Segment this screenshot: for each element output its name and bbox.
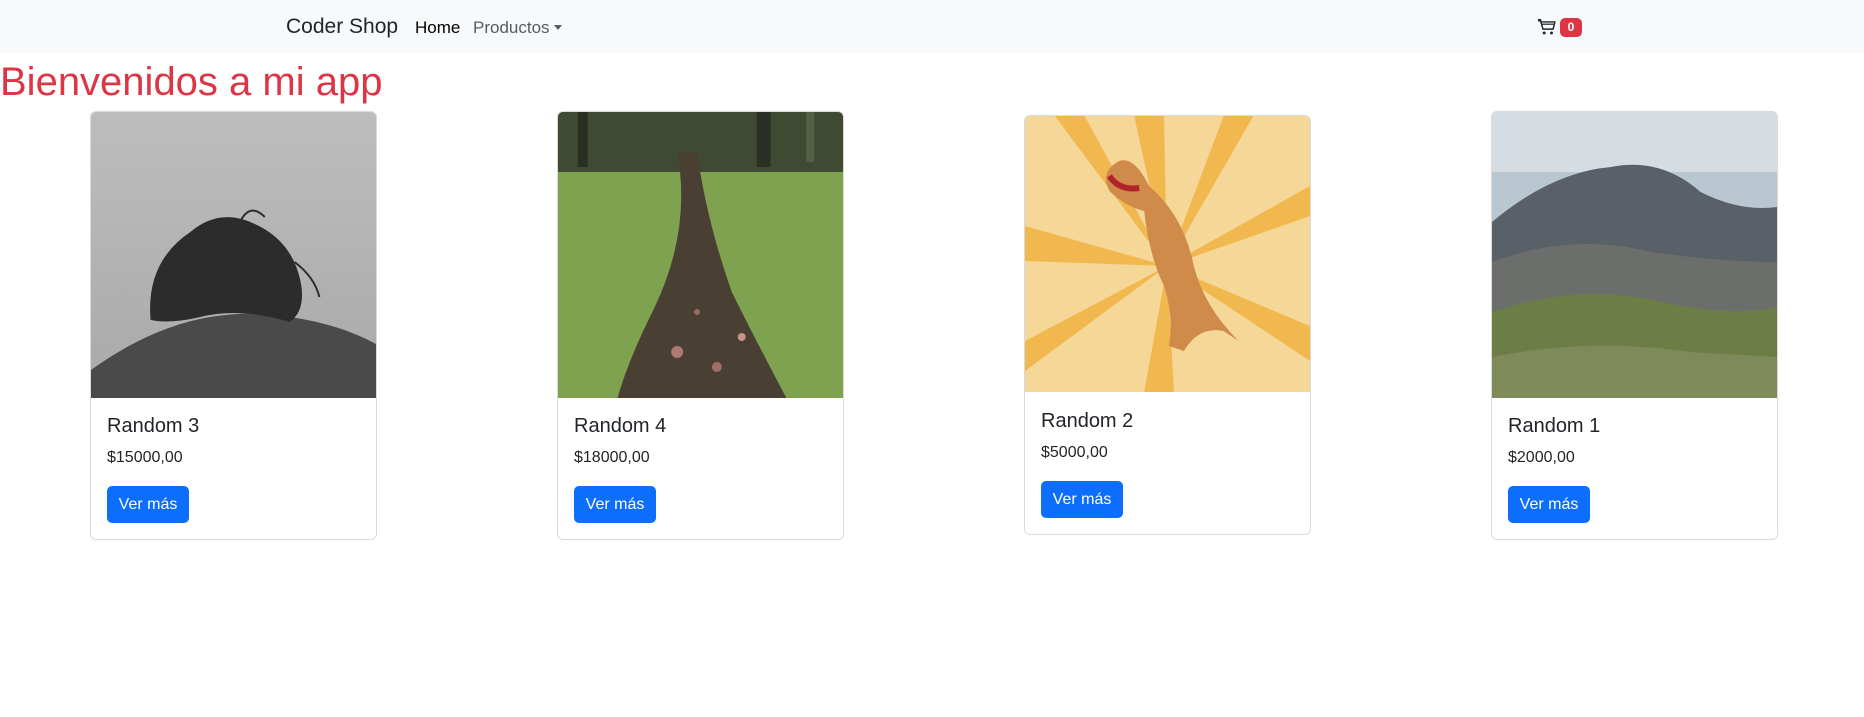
cart-count-badge: 0 bbox=[1560, 18, 1582, 37]
product-price: $15000,00 bbox=[107, 449, 183, 466]
product-image bbox=[1025, 116, 1310, 392]
welcome-heading: Bienvenidos a mi app bbox=[0, 60, 383, 104]
product-card: Random 2 $5000,00 Ver más bbox=[1024, 115, 1311, 535]
ver-mas-button[interactable]: Ver más bbox=[574, 486, 656, 523]
cart-icon bbox=[1538, 18, 1556, 35]
nav-productos-label: Productos bbox=[473, 18, 550, 37]
product-card: Random 1 $2000,00 Ver más bbox=[1491, 111, 1778, 540]
chevron-down-icon bbox=[553, 25, 562, 30]
product-image bbox=[558, 112, 843, 398]
product-image bbox=[91, 112, 376, 398]
product-title: Random 1 bbox=[1508, 415, 1601, 437]
product-card: Random 4 $18000,00 Ver más bbox=[557, 111, 844, 540]
nav-productos-dropdown[interactable]: Productos bbox=[473, 18, 562, 38]
cart-widget[interactable]: 0 bbox=[1538, 17, 1608, 39]
nav-home-link[interactable]: Home bbox=[415, 18, 460, 38]
product-image bbox=[1492, 112, 1777, 398]
product-title: Random 2 bbox=[1041, 410, 1134, 432]
product-price: $5000,00 bbox=[1041, 444, 1108, 461]
ver-mas-button[interactable]: Ver más bbox=[1041, 481, 1123, 518]
product-price: $18000,00 bbox=[574, 449, 650, 466]
navbar: Coder Shop Home Productos 0 bbox=[0, 0, 1864, 53]
product-title: Random 3 bbox=[107, 415, 200, 437]
ver-mas-button[interactable]: Ver más bbox=[1508, 486, 1590, 523]
product-price: $2000,00 bbox=[1508, 449, 1575, 466]
ver-mas-button[interactable]: Ver más bbox=[107, 486, 189, 523]
product-card: Random 3 $15000,00 Ver más bbox=[90, 111, 377, 540]
product-title: Random 4 bbox=[574, 415, 667, 437]
brand-link[interactable]: Coder Shop bbox=[286, 15, 398, 39]
